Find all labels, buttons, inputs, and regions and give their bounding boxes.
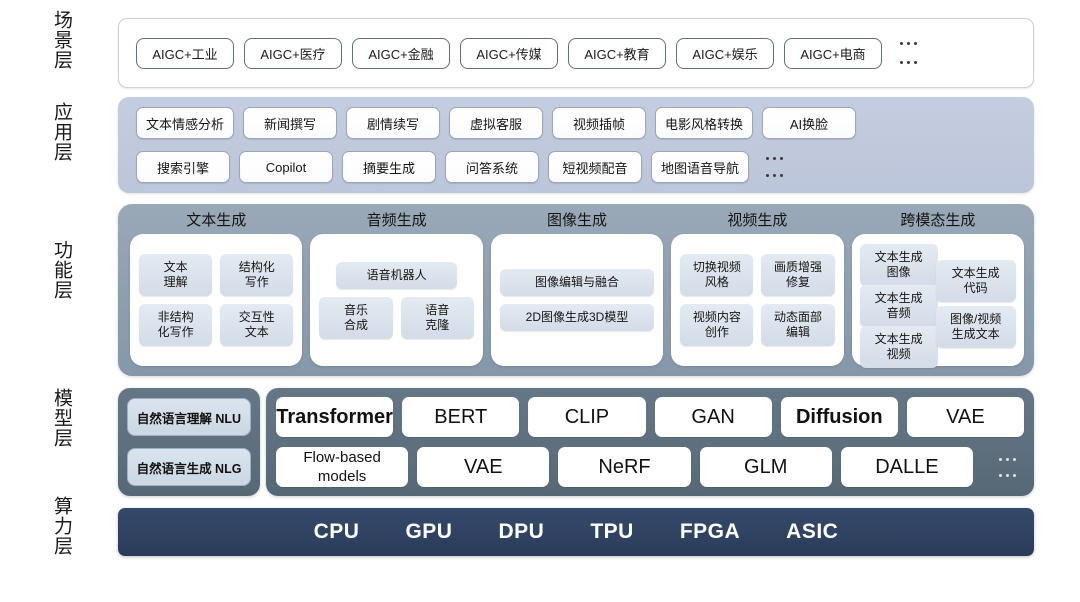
function-card: 文本 理解 结构化 写作 非结构 化写作 交互性 文本 bbox=[130, 234, 303, 366]
scene-chip[interactable]: AIGC+工业 bbox=[136, 37, 234, 69]
application-chip[interactable]: 搜索引擎 bbox=[136, 151, 230, 183]
model-chip-nlg[interactable]: 自然语言生成 NLG bbox=[127, 448, 251, 486]
ellipsis-icon bbox=[900, 42, 917, 45]
function-tag[interactable]: 切换视频 风格 bbox=[680, 254, 754, 296]
model-chip[interactable]: VAE bbox=[906, 397, 1025, 437]
function-card: 语音机器人 音乐 合成 语音 克隆 bbox=[310, 234, 483, 366]
function-column-video: 视频生成 切换视频 风格 画质增强 修复 视频内容 创作 动态面部 编辑 bbox=[671, 208, 844, 366]
application-chip[interactable]: 问答系统 bbox=[445, 151, 539, 183]
compute-chip[interactable]: FPGA bbox=[680, 520, 740, 544]
model-chip[interactable]: Transformer bbox=[276, 397, 394, 437]
application-row-1: 文本情感分析 新闻撰写 剧情续写 虚拟客服 视频插帧 电影风格转换 AI换脸 bbox=[136, 107, 1020, 139]
model-chip[interactable]: BERT bbox=[402, 397, 520, 437]
model-row-2: Flow-based models VAE NeRF GLM DALLE bbox=[276, 447, 1024, 487]
function-card: 图像编辑与融合 2D图像生成3D模型 bbox=[490, 234, 664, 366]
application-chip[interactable]: 文本情感分析 bbox=[136, 107, 235, 139]
function-card: 切换视频 风格 画质增强 修复 视频内容 创作 动态面部 编辑 bbox=[671, 234, 844, 366]
application-chip[interactable]: 摘要生成 bbox=[342, 151, 436, 183]
scene-chip[interactable]: AIGC+医疗 bbox=[244, 37, 342, 69]
function-column-crossmodal: 跨模态生成 文本生成 图像 文本生成 音频 文本生成 视频 文本生成 代码 图像… bbox=[851, 208, 1025, 368]
ellipsis-icon bbox=[998, 457, 1016, 461]
function-tag[interactable]: 文本生成 图像 bbox=[859, 244, 938, 286]
function-column-title: 视频生成 bbox=[727, 212, 788, 229]
compute-chip[interactable]: ASIC bbox=[786, 520, 838, 544]
ellipsis-icon bbox=[900, 61, 917, 64]
model-chip[interactable]: Flow-based models bbox=[276, 447, 409, 487]
model-layer-band: Transformer BERT CLIP GAN Diffusion VAE … bbox=[266, 388, 1034, 496]
scene-chip[interactable]: AIGC+教育 bbox=[568, 37, 666, 69]
function-tag[interactable]: 交互性 文本 bbox=[220, 304, 294, 346]
application-chip[interactable]: 地图语音导航 bbox=[651, 151, 750, 183]
application-chip[interactable]: 视频插帧 bbox=[552, 107, 647, 139]
function-column-audio: 音频生成 语音机器人 音乐 合成 语音 克隆 bbox=[310, 208, 483, 366]
function-tag[interactable]: 文本生成 视频 bbox=[859, 326, 938, 368]
model-chip[interactable]: GAN bbox=[654, 397, 772, 437]
ellipsis-icon bbox=[766, 174, 784, 177]
model-layer-nl-group: 自然语言理解 NLU 自然语言生成 NLG bbox=[118, 388, 260, 496]
scene-layer-band: AIGC+工业 AIGC+医疗 AIGC+金融 AIGC+传媒 AIGC+教育 … bbox=[118, 18, 1034, 88]
model-row-1: Transformer BERT CLIP GAN Diffusion VAE bbox=[276, 397, 1025, 437]
function-tag[interactable]: 2D图像生成3D模型 bbox=[499, 304, 655, 331]
function-tag[interactable]: 动态面部 编辑 bbox=[761, 304, 835, 346]
function-tag[interactable]: 文本生成 音频 bbox=[859, 285, 938, 327]
function-column-title: 跨模态生成 bbox=[900, 212, 976, 229]
function-tag[interactable]: 非结构 化写作 bbox=[139, 304, 213, 346]
function-card: 文本生成 图像 文本生成 音频 文本生成 视频 文本生成 代码 图像/视频 生成… bbox=[851, 234, 1025, 368]
function-column-title: 文本生成 bbox=[186, 212, 247, 229]
function-tag[interactable]: 图像/视频 生成文本 bbox=[935, 306, 1016, 348]
function-tag[interactable]: 画质增强 修复 bbox=[761, 254, 835, 296]
compute-chip[interactable]: GPU bbox=[405, 520, 452, 544]
application-chip[interactable]: 虚拟客服 bbox=[449, 107, 544, 139]
application-layer-band: 文本情感分析 新闻撰写 剧情续写 虚拟客服 视频插帧 电影风格转换 AI换脸 搜… bbox=[118, 97, 1034, 193]
layer-label-scene: 场景层 bbox=[51, 10, 72, 70]
model-chip[interactable]: DALLE bbox=[840, 447, 974, 487]
scene-chip[interactable]: AIGC+电商 bbox=[784, 37, 882, 69]
scene-chip[interactable]: AIGC+金融 bbox=[352, 37, 450, 69]
model-chip[interactable]: CLIP bbox=[528, 397, 646, 437]
scene-chip[interactable]: AIGC+娱乐 bbox=[676, 37, 774, 69]
function-tag[interactable]: 图像编辑与融合 bbox=[499, 269, 655, 296]
function-layer-band: 文本生成 文本 理解 结构化 写作 非结构 化写作 交互性 文本 音频生成 语音… bbox=[118, 204, 1034, 376]
function-column-text: 文本生成 文本 理解 结构化 写作 非结构 化写作 交互性 文本 bbox=[130, 208, 303, 366]
application-more-ellipsis bbox=[766, 157, 784, 177]
layer-label-application: 应用层 bbox=[51, 102, 72, 162]
layer-label-function: 功能层 bbox=[51, 240, 72, 300]
model-chip[interactable]: NeRF bbox=[558, 447, 691, 487]
function-tag[interactable]: 结构化 写作 bbox=[220, 254, 294, 296]
function-tag[interactable]: 音乐 合成 bbox=[319, 296, 393, 339]
function-column-image: 图像生成 图像编辑与融合 2D图像生成3D模型 bbox=[490, 208, 664, 366]
function-column-title: 音频生成 bbox=[366, 212, 427, 229]
function-tag[interactable]: 视频内容 创作 bbox=[680, 304, 754, 346]
ellipsis-icon bbox=[998, 473, 1016, 477]
aigc-layer-diagram: 场景层 应用层 功能层 模型层 算力层 AIGC+工业 AIGC+医疗 AIGC… bbox=[0, 0, 1080, 602]
ellipsis-icon bbox=[766, 157, 784, 160]
model-chip[interactable]: Diffusion bbox=[780, 397, 898, 437]
application-chip[interactable]: 剧情续写 bbox=[346, 107, 441, 139]
scene-chip[interactable]: AIGC+传媒 bbox=[460, 37, 558, 69]
layer-label-model: 模型层 bbox=[51, 388, 72, 448]
application-chip[interactable]: AI换脸 bbox=[762, 107, 857, 139]
compute-layer-band: CPU GPU DPU TPU FPGA ASIC bbox=[118, 508, 1034, 556]
function-tag[interactable]: 文本生成 代码 bbox=[935, 260, 1016, 302]
application-chip[interactable]: 电影风格转换 bbox=[655, 107, 754, 139]
model-more-ellipsis bbox=[990, 457, 1024, 477]
compute-chip[interactable]: DPU bbox=[498, 520, 544, 544]
compute-chip[interactable]: TPU bbox=[590, 520, 634, 544]
function-tag[interactable]: 语音机器人 bbox=[336, 261, 457, 289]
function-tag[interactable]: 语音 克隆 bbox=[400, 296, 474, 339]
model-chip[interactable]: VAE bbox=[417, 447, 550, 487]
compute-chip[interactable]: CPU bbox=[314, 520, 360, 544]
model-chip-nlu[interactable]: 自然语言理解 NLU bbox=[127, 398, 251, 436]
application-chip[interactable]: 短视频配音 bbox=[548, 151, 642, 183]
model-chip[interactable]: GLM bbox=[699, 447, 832, 487]
scene-more-ellipsis bbox=[900, 42, 917, 64]
application-chip[interactable]: Copilot bbox=[239, 151, 333, 183]
application-chip[interactable]: 新闻撰写 bbox=[243, 107, 338, 139]
application-row-2: 搜索引擎 Copilot 摘要生成 问答系统 短视频配音 地图语音导航 bbox=[136, 151, 1020, 183]
layer-label-compute: 算力层 bbox=[51, 496, 72, 556]
function-tag[interactable]: 文本 理解 bbox=[139, 254, 213, 296]
function-column-title: 图像生成 bbox=[547, 212, 608, 229]
